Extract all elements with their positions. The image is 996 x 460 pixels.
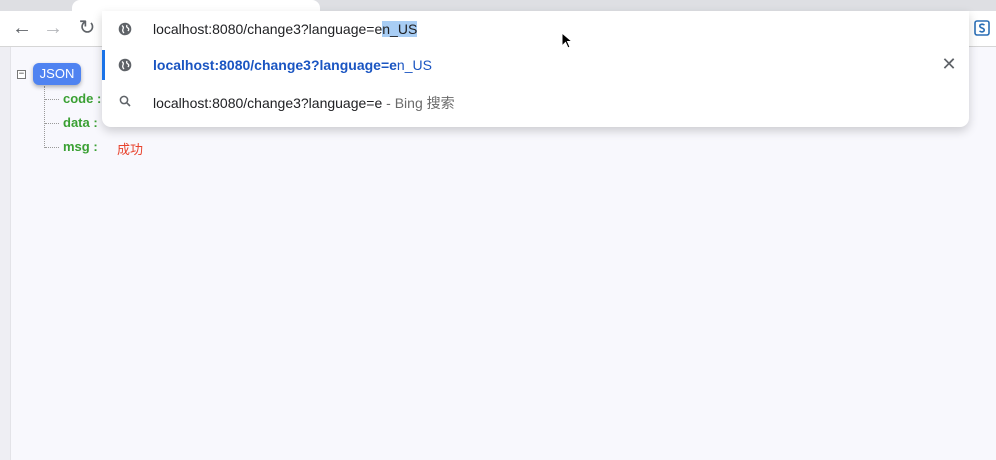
tab-strip (0, 0, 996, 11)
omnibox-dropdown: localhost:8080/change3?language=en_US lo… (102, 11, 969, 127)
omnibox-input-selection: n_US (382, 21, 418, 37)
json-key-data: data : (63, 115, 98, 130)
suggestion-search-text: localhost:8080/change3?language=e - Bing… (153, 93, 455, 113)
reload-button[interactable]: ↻ (76, 17, 98, 39)
omnibox-input-text: localhost:8080/change3?language=e (153, 21, 383, 37)
forward-button[interactable]: → (42, 17, 64, 39)
mouse-pointer-icon (561, 32, 573, 49)
tree-guide-msg (45, 147, 59, 148)
suggestion-url-rest: n_US (396, 57, 432, 73)
suggestion-row-search[interactable]: localhost:8080/change3?language=e - Bing… (102, 83, 969, 119)
selected-indicator (102, 50, 105, 80)
suggestion-search-engine: - Bing 搜索 (382, 95, 455, 111)
suggestion-row-url[interactable]: localhost:8080/change3?language=en_US ✕ (102, 47, 969, 83)
search-icon (119, 95, 131, 107)
extension-icon[interactable] (974, 20, 990, 36)
suggestion-url-text: localhost:8080/change3?language=en_US (153, 57, 432, 73)
json-key-code: code : (63, 91, 102, 106)
suggestion-url-match: localhost:8080/change3?language=e (153, 57, 397, 73)
suggestion-search-query: localhost:8080/change3?language=e (153, 95, 383, 111)
json-badge[interactable]: JSON (33, 63, 81, 85)
omnibox-input-row[interactable]: localhost:8080/change3?language=en_US (102, 11, 969, 47)
globe-icon (118, 58, 132, 72)
active-tab[interactable] (72, 0, 320, 11)
remove-suggestion-icon[interactable]: ✕ (940, 55, 958, 73)
left-gutter (0, 47, 11, 460)
omnibox-input[interactable]: localhost:8080/change3?language=en_US (153, 21, 418, 37)
tree-guide-data (45, 123, 59, 124)
json-value-msg: 成功 (117, 142, 144, 157)
back-button[interactable]: ← (11, 17, 33, 39)
json-key-msg: msg : (63, 139, 98, 154)
tree-guide-vertical (44, 86, 45, 148)
tree-guide-code (45, 99, 59, 100)
globe-icon (118, 22, 132, 36)
collapse-toggle[interactable]: − (17, 70, 26, 79)
